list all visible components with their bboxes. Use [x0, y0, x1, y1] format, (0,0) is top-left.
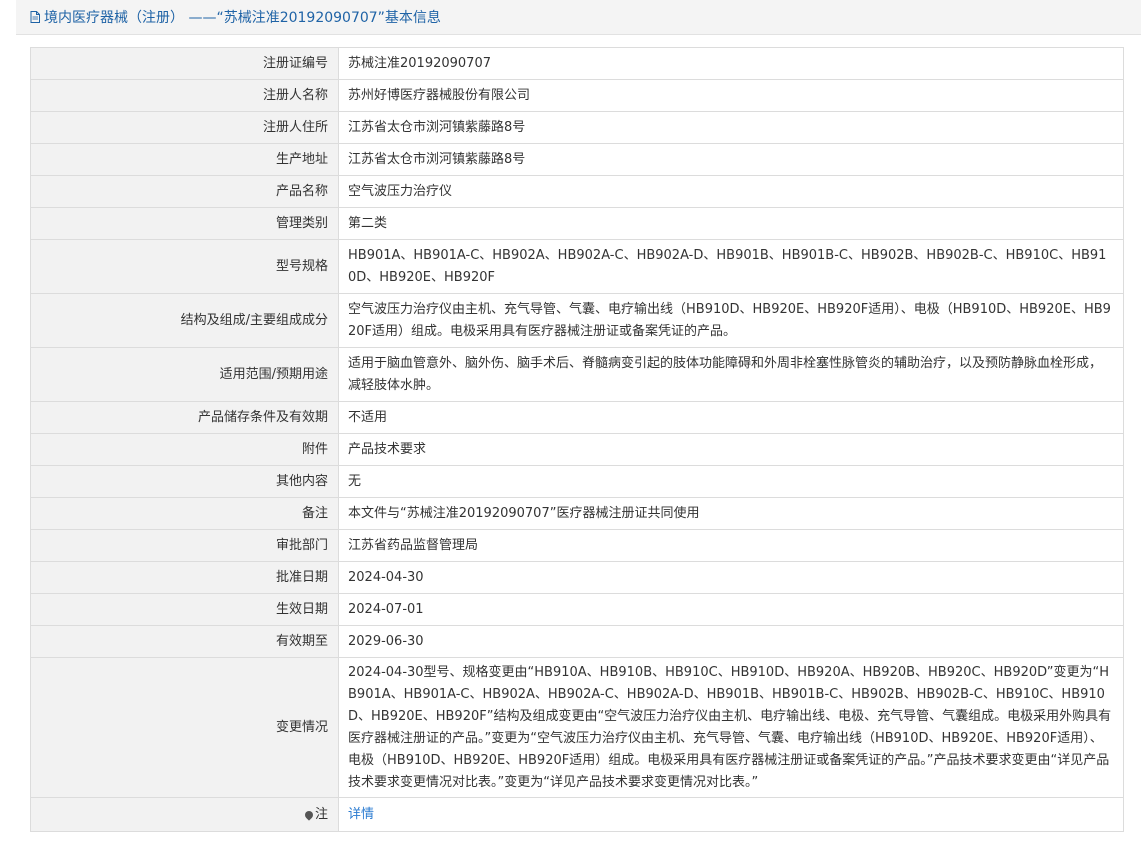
table-row: 其他内容无 — [30, 465, 1124, 498]
panel: 境内医疗器械（注册） ——“苏械注准20192090707”基本信息 注册证编号… — [16, 0, 1141, 842]
field-label: 管理类别 — [30, 207, 339, 240]
field-value: 无 — [338, 465, 1124, 498]
field-value: 2024-04-30型号、规格变更由“HB910A、HB910B、HB910C、… — [338, 657, 1124, 798]
table-row: 生产地址 江苏省太仓市浏河镇紫藤路8号 — [30, 143, 1124, 176]
table-row: 变更情况 2024-04-30型号、规格变更由“HB910A、HB910B、HB9… — [30, 657, 1124, 798]
note-row: 注 详情 — [30, 797, 1124, 832]
table-row: 备注 本文件与“苏械注准20192090707”医疗器械注册证共同使用 — [30, 497, 1124, 530]
field-label: 备注 — [30, 497, 339, 530]
field-label: 注册证编号 — [30, 47, 339, 80]
table-row: 产品储存条件及有效期 不适用 — [30, 401, 1124, 434]
info-table: 注册证编号 苏械注准20192090707 注册人名称 苏州好博医疗器械股份有限公司注… — [30, 47, 1124, 832]
field-value: 苏械注准20192090707 — [338, 47, 1124, 80]
table-row: 注册人名称 苏州好博医疗器械股份有限公司 — [30, 79, 1124, 112]
field-label: 其他内容 — [30, 465, 339, 498]
field-value: 苏州好博医疗器械股份有限公司 — [338, 79, 1124, 112]
field-label: 结构及组成/主要组成成分 — [30, 293, 339, 348]
field-value: HB901A、HB901A-C、HB902A、HB902A-C、HB902A-D… — [338, 239, 1124, 294]
table-row: 注册证编号 苏械注准20192090707 — [30, 47, 1124, 80]
table-row: 结构及组成/主要组成成分 空气波压力治疗仪由主机、充气导管、气囊、电疗输出线（HB… — [30, 293, 1124, 348]
field-value: 2029-06-30 — [338, 625, 1124, 658]
field-value: 江苏省药品监督管理局 — [338, 529, 1124, 562]
table-row: 审批部门 江苏省药品监督管理局 — [30, 529, 1124, 562]
field-value: 产品技术要求 — [338, 433, 1124, 466]
table-row: 适用范围/预期用途 适用于脑血管意外、脑外伤、脑手术后、脊髓病变引起的肢体功能障碍… — [30, 347, 1124, 402]
table-row: 批准日期 2024-04-30 — [30, 561, 1124, 594]
table-row: 产品名称 空气波压力治疗仪 — [30, 175, 1124, 208]
field-label: 生效日期 — [30, 593, 339, 626]
note-label-cell: 注 — [30, 797, 339, 832]
field-label: 产品储存条件及有效期 — [30, 401, 339, 434]
table-row: 生效日期 2024-07-01 — [30, 593, 1124, 626]
field-label: 产品名称 — [30, 175, 339, 208]
field-value: 不适用 — [338, 401, 1124, 434]
field-label: 有效期至 — [30, 625, 339, 658]
note-value-cell: 详情 — [338, 797, 1124, 832]
field-label: 注册人住所 — [30, 111, 339, 144]
field-label: 适用范围/预期用途 — [30, 347, 339, 402]
table-row: 附件 产品技术要求 — [30, 433, 1124, 466]
table-row: 注册人住所 江苏省太仓市浏河镇紫藤路8号 — [30, 111, 1124, 144]
field-label: 型号规格 — [30, 239, 339, 294]
table-row: 有效期至 2029-06-30 — [30, 625, 1124, 658]
document-icon — [30, 11, 40, 23]
table-row: 管理类别 第二类 — [30, 207, 1124, 240]
pin-icon — [303, 808, 315, 821]
field-value: 江苏省太仓市浏河镇紫藤路8号 — [338, 143, 1124, 176]
field-label: 生产地址 — [30, 143, 339, 176]
info-table-wrapper: 注册证编号 苏械注准20192090707 注册人名称 苏州好博医疗器械股份有限公司注… — [30, 47, 1124, 832]
field-label: 注册人名称 — [30, 79, 339, 112]
note-label: 注 — [314, 806, 328, 822]
field-value: 2024-04-30 — [338, 561, 1124, 594]
field-value: 空气波压力治疗仪由主机、充气导管、气囊、电疗输出线（HB910D、HB920E、… — [338, 293, 1124, 348]
field-label: 变更情况 — [30, 657, 339, 798]
table-row: 型号规格 HB901A、HB901A-C、HB902A、HB902A-C、HB90… — [30, 239, 1124, 294]
page-title-text: 境内医疗器械（注册） ——“苏械注准20192090707”基本信息 — [44, 10, 441, 26]
field-value: 空气波压力治疗仪 — [338, 175, 1124, 208]
field-value: 本文件与“苏械注准20192090707”医疗器械注册证共同使用 — [338, 497, 1124, 530]
details-link[interactable]: 详情 — [348, 807, 374, 822]
field-value: 江苏省太仓市浏河镇紫藤路8号 — [338, 111, 1124, 144]
field-value: 2024-07-01 — [338, 593, 1124, 626]
field-value: 适用于脑血管意外、脑外伤、脑手术后、脊髓病变引起的肢体功能障碍和外周非栓塞性脉管… — [338, 347, 1124, 402]
page-title: 境内医疗器械（注册） ——“苏械注准20192090707”基本信息 — [16, 0, 1141, 35]
field-label: 批准日期 — [30, 561, 339, 594]
field-value: 第二类 — [338, 207, 1124, 240]
field-label: 附件 — [30, 433, 339, 466]
field-label: 审批部门 — [30, 529, 339, 562]
